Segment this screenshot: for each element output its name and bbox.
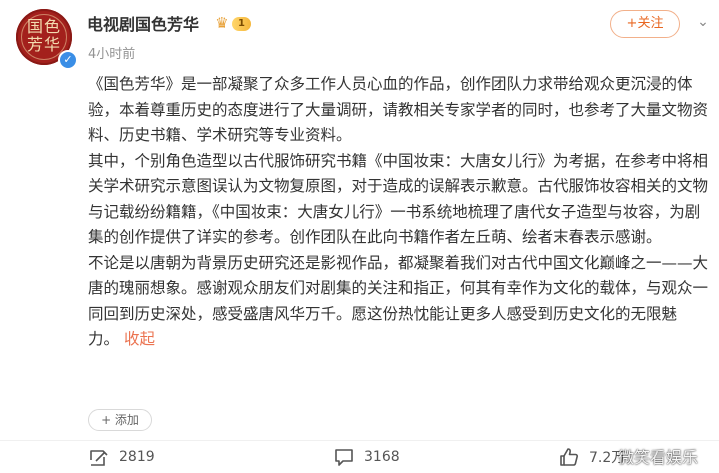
account-name[interactable]: 电视剧国色芳华 (87, 11, 199, 35)
collapse-link[interactable]: 收起 (124, 330, 155, 348)
post-paragraph: 《国色芳华》是一部凝聚了众多工作人员心血的作品，创作团队力求带给观众更沉浸的体验… (88, 75, 709, 144)
verified-icon: ✓ (58, 50, 78, 70)
post-paragraph: 其中，个别角色造型以古代服饰研究书籍《中国妆束：大唐女儿行》为考据，在参考中将相… (88, 151, 709, 247)
repost-button[interactable]: 2819 (88, 445, 155, 469)
thumbs-up-icon (560, 448, 579, 466)
repost-icon (90, 450, 108, 466)
watermark: 微笑看娱乐 (618, 448, 699, 467)
crown-icon: ♛ (215, 14, 229, 32)
member-badge[interactable]: ♛ 1 (213, 15, 251, 32)
post-paragraph-text: 不论是以唐朝为背景历史研究还是影视作品，都凝聚着我们对古代中国文化巅峰之一——大… (88, 253, 709, 349)
comment-count: 3168 (364, 449, 400, 465)
post-body: 《国色芳华》是一部凝聚了众多工作人员心血的作品，创作团队力求带给观众更沉浸的体验… (88, 72, 708, 353)
post-paragraph-last: 不论是以唐朝为背景历史研究还是影视作品，都凝聚着我们对古代中国文化巅峰之一——大… (88, 251, 708, 353)
post-timestamp[interactable]: 4小时前 (88, 43, 135, 62)
repost-count: 2819 (119, 449, 155, 465)
like-button[interactable]: 7.2万 (558, 445, 625, 469)
chevron-down-icon[interactable]: ⌄ (693, 12, 713, 32)
level-badge: 1 (232, 16, 251, 31)
divider (0, 440, 719, 441)
avatar-logo-text: 国色芳华 (26, 17, 61, 54)
add-button[interactable]: + 添加 (88, 409, 152, 431)
comment-button[interactable]: 3168 (333, 445, 400, 469)
follow-button[interactable]: +关注 (610, 10, 680, 38)
comment-icon (335, 449, 353, 466)
